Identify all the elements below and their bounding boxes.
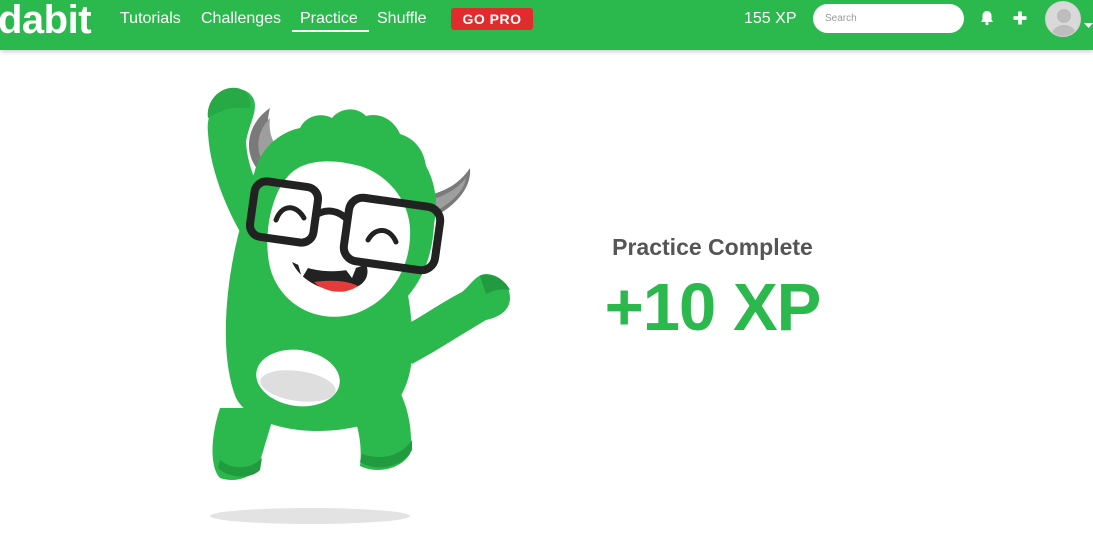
practice-complete-title: Practice Complete <box>612 234 813 260</box>
avatar[interactable] <box>1045 1 1081 37</box>
nav-tutorials[interactable]: Tutorials <box>120 9 181 29</box>
caret-down-icon[interactable] <box>1084 16 1093 28</box>
green-monster-mascot <box>180 78 525 530</box>
nav-challenges[interactable]: Challenges <box>201 9 281 29</box>
xp-earned: +10 XP <box>604 270 822 345</box>
active-nav-indicator <box>292 30 369 32</box>
go-pro-button[interactable]: GO PRO <box>451 8 533 30</box>
xp-counter: 155 XP <box>744 10 797 27</box>
nav-practice[interactable]: Practice <box>300 9 358 29</box>
bell-icon[interactable] <box>977 8 997 28</box>
app-logo[interactable]: dabit <box>0 0 92 42</box>
top-navbar: dabit Tutorials Challenges Practice Shuf… <box>0 0 1093 50</box>
plus-icon[interactable] <box>1010 8 1030 28</box>
nav-shuffle[interactable]: Shuffle <box>377 9 427 29</box>
search-input[interactable] <box>813 4 964 33</box>
